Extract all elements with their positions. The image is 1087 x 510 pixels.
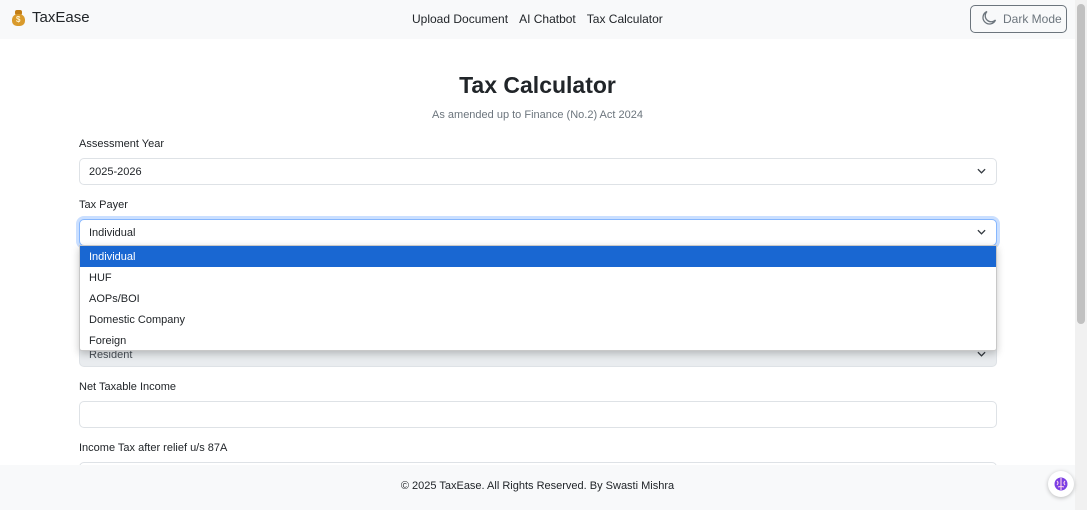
dropdown-option-foreign[interactable]: Foreign [80,330,996,350]
tax-payer-label: Tax Payer [79,199,128,211]
tax-payer-dropdown: Individual HUF AOPs/BOI Domestic Company… [79,245,997,351]
brand[interactable]: $ TaxEase [11,9,90,26]
dropdown-option-domestic-company[interactable]: Domestic Company [80,309,996,330]
page-scrollbar[interactable] [1075,0,1087,510]
nav-link-tax-calculator[interactable]: Tax Calculator [587,12,663,26]
net-taxable-income-label: Net Taxable Income [79,381,177,393]
nav-link-upload-document[interactable]: Upload Document [412,12,508,26]
assessment-year-select[interactable]: 2025-2026 [79,158,997,185]
net-taxable-income-input[interactable] [79,401,997,428]
brain-icon [1054,477,1068,491]
footer: © 2025 TaxEase. All Rights Reserved. By … [0,465,1075,510]
moon-icon [981,10,997,29]
page-title: Tax Calculator [459,72,616,98]
brand-name[interactable]: TaxEase [32,9,90,26]
footer-text: © 2025 TaxEase. All Rights Reserved. By … [400,480,675,492]
dropdown-option-huf[interactable]: HUF [80,267,996,288]
money-bag-icon: $ [11,9,26,26]
tax-payer-select[interactable]: Individual [79,219,997,246]
navbar: $ TaxEase Upload Document AI Chatbot Tax… [0,0,1075,39]
page-subtitle: As amended up to Finance (No.2) Act 2024 [432,109,643,121]
tax-payer-value: Individual [89,226,136,239]
scrollbar-thumb[interactable] [1077,4,1085,324]
assessment-year-value: 2025-2026 [89,165,142,178]
chevron-down-icon [977,168,986,174]
assessment-year-label: Assessment Year [79,138,164,150]
chatbot-fab-button[interactable] [1048,471,1074,497]
nav-links: Upload Document AI Chatbot Tax Calculato… [412,12,663,26]
chevron-down-icon [977,351,986,357]
nav-link-ai-chatbot[interactable]: AI Chatbot [519,12,576,26]
chevron-down-icon [977,229,986,235]
dark-mode-label: Dark Mode [1003,12,1062,26]
dropdown-option-aops-boi[interactable]: AOPs/BOI [80,288,996,309]
income-tax-after-relief-label: Income Tax after relief u/s 87A [79,442,228,454]
dropdown-option-individual[interactable]: Individual [80,246,996,267]
dark-mode-button[interactable]: Dark Mode [970,5,1067,33]
